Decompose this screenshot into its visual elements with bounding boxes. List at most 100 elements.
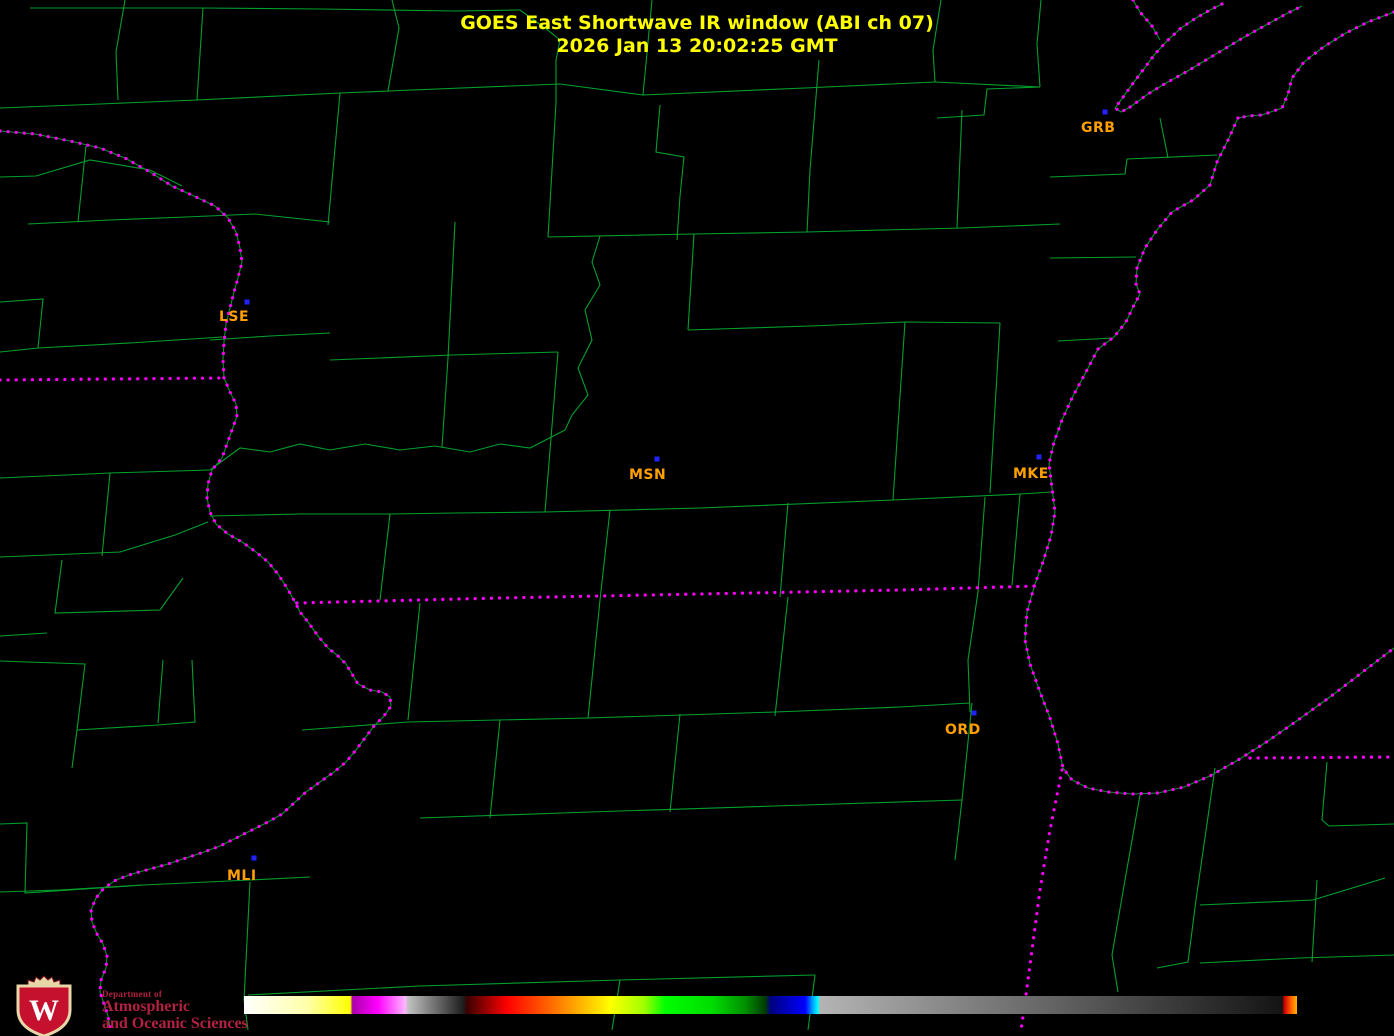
- lake-michigan-shore-dotted: [1025, 118, 1394, 794]
- station-label-MSN: MSN: [629, 467, 666, 483]
- county-boundary-line: [77, 660, 195, 730]
- county-boundary-line: [116, 0, 125, 100]
- county-boundary-line: [0, 470, 210, 478]
- satellite-map: GRB LSE MSN MKE ORD MLI: [0, 0, 1394, 1030]
- county-boundary-line: [688, 322, 1000, 330]
- mn-ia-border-dotted: [0, 378, 224, 380]
- county-boundary-line: [893, 322, 905, 500]
- county-boundary-line: [210, 333, 330, 340]
- in-mi-border-dotted: [1250, 757, 1394, 758]
- county-boundary-line: [520, 10, 560, 103]
- county-boundary-line: [1050, 257, 1136, 258]
- county-boundary-line: [957, 110, 962, 228]
- county-boundary-line: [448, 222, 455, 358]
- county-boundary-line: [1160, 118, 1168, 158]
- station-marker-MSN: [655, 457, 660, 462]
- county-boundary-line: [248, 975, 815, 995]
- county-boundary-line: [935, 82, 1040, 87]
- county-boundary-line: [1200, 878, 1385, 905]
- county-boundary-line: [330, 352, 558, 360]
- ir-enhancement-colorbar: [244, 996, 1297, 1014]
- county-boundary-line: [548, 103, 556, 237]
- county-boundary-line: [545, 500, 893, 512]
- county-boundary-line: [302, 707, 900, 730]
- wi-il-border-dotted: [297, 586, 1037, 603]
- station-label-GRB: GRB: [1081, 120, 1115, 136]
- county-boundary-line: [408, 603, 420, 720]
- county-boundary-line: [55, 560, 183, 613]
- county-boundary-line: [1112, 795, 1140, 992]
- county-boundary-line: [600, 510, 610, 600]
- county-boundary-line: [442, 358, 448, 447]
- logo-line-1: Atmospheric: [102, 999, 248, 1016]
- county-boundary-line: [900, 703, 970, 707]
- station-marker-LSE: [245, 300, 250, 305]
- station-label-MKE: MKE: [1013, 466, 1049, 482]
- county-boundary-line: [1322, 762, 1394, 826]
- county-boundary-line: [0, 160, 182, 186]
- county-boundary-line: [388, 82, 935, 95]
- county-boundary-line: [548, 224, 1060, 237]
- uw-aos-logo: W Department of Atmospheric and Oceanic …: [8, 974, 248, 1036]
- county-boundary-line: [203, 8, 520, 11]
- station-marker-ORD: [972, 711, 977, 716]
- county-boundary-line: [420, 800, 962, 818]
- mississippi-river-shoreline: [0, 131, 391, 1028]
- county-boundary-line: [380, 514, 390, 600]
- station-label-ORD: ORD: [945, 722, 981, 738]
- county-boundary-line: [1200, 955, 1394, 963]
- county-boundary-line: [158, 660, 163, 723]
- station-marker-MKE: [1037, 455, 1042, 460]
- county-boundary-line: [933, 0, 941, 82]
- county-boundary-line: [545, 352, 558, 512]
- county-boundary-line: [0, 823, 143, 893]
- county-boundary-line: [893, 492, 1052, 500]
- county-boundary-line: [1037, 0, 1041, 87]
- station-marker-GRB: [1103, 110, 1108, 115]
- county-boundary-line: [210, 512, 545, 516]
- station-label-MLI: MLI: [227, 868, 257, 884]
- county-boundary-line: [656, 105, 684, 240]
- county-boundary-line: [490, 720, 500, 818]
- county-boundary-line: [102, 473, 110, 556]
- county-boundary-line: [1127, 155, 1217, 159]
- county-boundary-line: [775, 597, 788, 716]
- lake-michigan-shore-shoreline: [1025, 118, 1394, 794]
- station-label-LSE: LSE: [219, 309, 249, 325]
- county-boundary-line: [1012, 494, 1020, 585]
- county-boundary-line: [1050, 159, 1127, 177]
- green-bay-west-shore-dotted: [1115, 4, 1222, 112]
- svg-text:W: W: [29, 994, 59, 1027]
- county-boundary-line: [588, 600, 600, 718]
- county-boundary-line: [78, 146, 86, 222]
- county-boundary-line: [978, 497, 985, 592]
- station-marker-MLI: [252, 856, 257, 861]
- county-boundary-line: [28, 214, 330, 224]
- county-boundary-line: [0, 633, 47, 636]
- county-boundary-line: [780, 503, 788, 597]
- county-boundary-line: [565, 236, 600, 430]
- county-boundary-line: [688, 234, 694, 330]
- county-boundary-line: [1058, 338, 1113, 341]
- county-boundary-line: [210, 430, 565, 470]
- county-boundary-line: [1312, 880, 1317, 962]
- county-boundary-line: [0, 661, 85, 768]
- county-boundary-line: [388, 0, 399, 91]
- county-boundary-line: [0, 337, 222, 352]
- mississippi-river-dotted: [0, 131, 391, 1028]
- county-boundary-line: [643, 0, 652, 95]
- green-bay-west-shore-shoreline: [1115, 4, 1222, 112]
- uw-crest-icon: W: [8, 974, 80, 1036]
- county-boundary-line: [328, 93, 340, 225]
- county-boundary-line: [968, 592, 978, 712]
- bay-northwest-shore-dotted: [1133, 0, 1160, 40]
- il-in-border-dotted: [1021, 770, 1062, 1030]
- logo-line-2: and Oceanic Sciences: [102, 1016, 248, 1033]
- door-peninsula-shore-dotted: [1130, 6, 1302, 107]
- county-boundary-line: [990, 323, 1000, 493]
- county-boundary-line: [937, 87, 1040, 118]
- county-boundary-line: [1157, 768, 1215, 968]
- county-boundary-line: [0, 299, 43, 348]
- county-boundary-line: [0, 91, 390, 108]
- county-boundary-line: [670, 714, 680, 812]
